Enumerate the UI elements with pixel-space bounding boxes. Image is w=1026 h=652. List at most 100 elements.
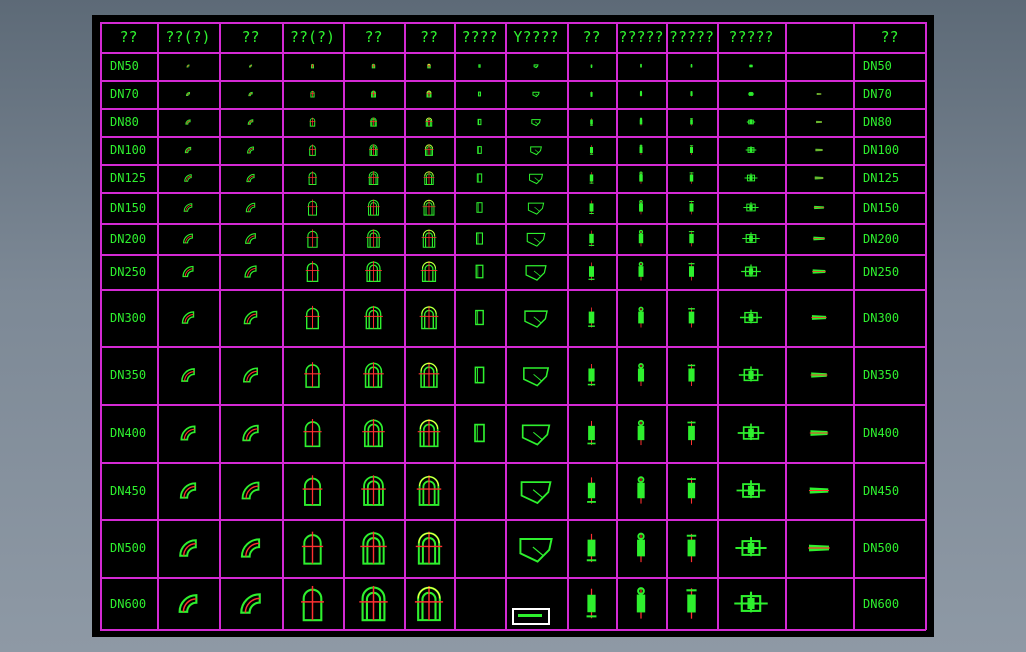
- reducer-icon: [816, 93, 822, 95]
- symbol-cell-butterfly-valve: [717, 462, 785, 519]
- column-header: Y????: [513, 28, 559, 46]
- symbol-cell-elbow-90-long-radius: [219, 254, 282, 289]
- symbol-cell-tee-branch: [404, 108, 454, 136]
- symbol-cell-globe-valve: [666, 164, 717, 192]
- y-strainer-icon: [532, 91, 540, 98]
- symbol-cell-tee-branch: [404, 52, 454, 80]
- elbow-90-long-radius-icon: [248, 64, 253, 68]
- cross-tee-icon: [311, 63, 314, 69]
- elbow-90-long-radius-icon: [247, 146, 254, 154]
- drawing-viewport[interactable]: ?? ??(?)?? ??(?)???????? Y?????????????????…: [92, 15, 934, 637]
- symbol-cell-reducer: [785, 519, 853, 577]
- elbow-90-long-radius-icon: [244, 265, 257, 278]
- symbol-cell-y-strainer: [505, 346, 567, 404]
- column-header: ????: [461, 28, 498, 46]
- y-strainer-icon: [524, 310, 548, 328]
- tee-branch-icon: [414, 586, 444, 622]
- symbol-cell-tee-branch: [404, 136, 454, 164]
- symbol-cell-reducer: [785, 462, 853, 519]
- globe-valve-icon: [689, 145, 694, 155]
- symbol-cell-y-strainer: [505, 164, 567, 192]
- y-strainer-icon: [529, 173, 544, 185]
- y-strainer-icon: [525, 265, 547, 281]
- size-label-right: DN300: [863, 310, 900, 325]
- reducer-icon: [814, 176, 824, 180]
- gate-valve-icon: [638, 261, 644, 281]
- cap-icon: [477, 118, 482, 126]
- size-label-right: DN250: [863, 264, 900, 279]
- cap-icon: [475, 264, 484, 279]
- symbol-cell-gate-valve: [616, 346, 666, 404]
- symbol-cell-cross-tee: [282, 108, 343, 136]
- symbol-cell-reducer: [785, 164, 853, 192]
- symbol-cell-cap: [454, 136, 505, 164]
- size-label-left: DN500: [110, 541, 147, 555]
- gate-valve-icon: [638, 229, 644, 247]
- check-valve-icon: [589, 200, 594, 215]
- check-valve-icon: [587, 477, 596, 504]
- cap-icon: [477, 91, 482, 97]
- symbol-cell-reducer: [785, 289, 853, 346]
- y-strainer-icon: [526, 232, 546, 247]
- symbol-cell-check-valve: [567, 136, 616, 164]
- symbol-cell-tee-branch: [404, 577, 454, 630]
- gate-valve-icon: [639, 144, 643, 155]
- symbol-cell-elbow-90: [157, 254, 219, 289]
- tee-branch-icon: [422, 199, 436, 216]
- y-strainer-icon: [533, 64, 539, 69]
- reducer-icon: [813, 205, 825, 210]
- symbol-cell-tee-branch: [404, 192, 454, 223]
- symbol-cell-butterfly-valve: [717, 346, 785, 404]
- symbol-cell-gate-valve: [616, 223, 666, 254]
- reducing-tee-icon: [363, 362, 384, 388]
- size-label-left: DN150: [110, 200, 147, 215]
- tee-branch-icon: [425, 117, 433, 127]
- y-strainer-icon: [521, 424, 551, 446]
- symbol-cell-butterfly-valve: [717, 164, 785, 192]
- column-header: ??: [119, 28, 138, 46]
- reducer-icon: [808, 544, 830, 552]
- check-valve-icon: [587, 363, 596, 387]
- symbol-cell-y-strainer: [505, 223, 567, 254]
- symbol-cell-y-strainer: [505, 519, 567, 577]
- symbol-cell-elbow-90: [157, 404, 219, 462]
- reducing-tee-icon: [365, 261, 382, 283]
- symbol-cell-tee-branch: [404, 164, 454, 192]
- elbow-90-long-radius-icon: [248, 91, 253, 97]
- symbol-cell-y-strainer: [505, 192, 567, 223]
- column-header: [785, 22, 853, 52]
- symbol-cell-reducing-tee: [343, 404, 404, 462]
- symbol-cell-tee-branch: [404, 223, 454, 254]
- symbol-cell-check-valve: [567, 404, 616, 462]
- pipe-fittings-table: ?? ??(?)?? ??(?)???????? Y?????????????????…: [100, 22, 927, 631]
- butterfly-valve-icon: [736, 480, 766, 499]
- elbow-90-icon: [178, 594, 198, 613]
- symbol-cell-elbow-90: [157, 346, 219, 404]
- symbol-cell-gate-valve: [616, 404, 666, 462]
- elbow-90-long-radius-icon: [243, 367, 258, 383]
- y-strainer-icon: [531, 119, 541, 127]
- symbol-cell-elbow-90-long-radius: [219, 136, 282, 164]
- size-label-right: DN80: [863, 115, 892, 129]
- butterfly-valve-icon: [735, 536, 767, 557]
- symbol-cell-cap: [454, 289, 505, 346]
- symbol-cell-butterfly-valve: [717, 289, 785, 346]
- cross-tee-icon: [304, 305, 321, 330]
- gate-valve-icon: [640, 63, 642, 68]
- symbol-cell-elbow-90-long-radius: [219, 404, 282, 462]
- symbol-cell-y-strainer: [505, 462, 567, 519]
- symbol-cell-globe-valve: [666, 80, 717, 108]
- symbol-cell-butterfly-valve: [717, 254, 785, 289]
- symbol-cell-gate-valve: [616, 136, 666, 164]
- symbol-cell-y-strainer: [505, 80, 567, 108]
- symbol-cell-elbow-90-long-radius: [219, 192, 282, 223]
- symbol-cell-tee-branch: [404, 404, 454, 462]
- symbol-cell-gate-valve: [616, 164, 666, 192]
- symbol-cell-y-strainer: [505, 52, 567, 80]
- symbol-cell-tee-branch: [404, 254, 454, 289]
- size-label-right: DN70: [863, 87, 892, 101]
- size-label-left: DN50: [110, 59, 139, 73]
- butterfly-valve-icon: [738, 366, 764, 382]
- symbol-cell-check-valve: [567, 223, 616, 254]
- elbow-90-long-radius-icon: [245, 202, 256, 213]
